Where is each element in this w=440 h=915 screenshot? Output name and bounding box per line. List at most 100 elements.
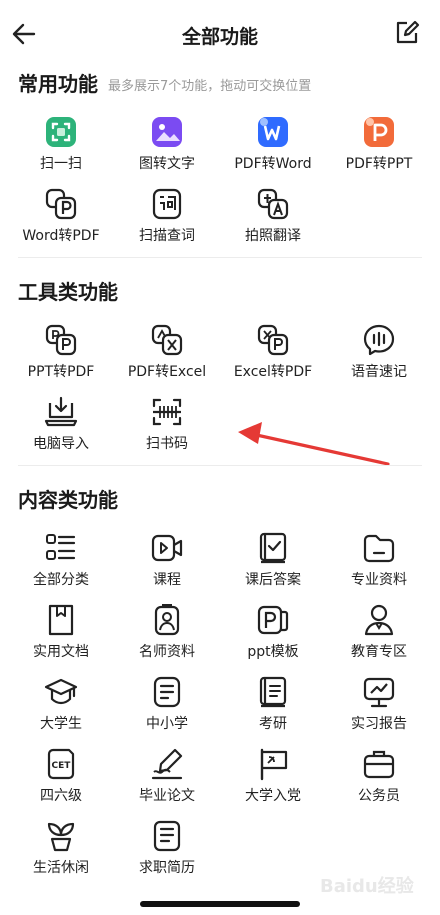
common-section-hint: 最多展示7个功能，拖动可交换位置: [108, 79, 312, 94]
word-to-pdf-icon: [45, 188, 77, 220]
school-icon: [153, 676, 181, 708]
func-scan-book-code[interactable]: 扫书码: [112, 395, 222, 461]
func-label: 课后答案: [245, 572, 301, 588]
func-scan-word[interactable]: 扫描查词: [112, 187, 222, 253]
func-homework-answers[interactable]: 课后答案: [218, 531, 328, 597]
postgrad-exam-icon: [259, 676, 287, 708]
func-label: ppt模板: [247, 644, 299, 660]
cet-text: CET: [52, 761, 72, 771]
func-postgrad-exam[interactable]: 考研: [218, 675, 328, 741]
func-label: 扫书码: [146, 436, 188, 452]
computer-import-icon: [44, 396, 78, 427]
photo-translate-icon: [257, 188, 289, 220]
resume-icon: [153, 820, 181, 852]
content-section-title: 内容类功能: [18, 488, 118, 512]
func-ppt-template[interactable]: ppt模板: [218, 603, 328, 669]
scan-book-code-icon: [152, 398, 182, 426]
func-label: PDF转PPT: [345, 156, 413, 172]
top-bar: 全部功能: [0, 0, 440, 70]
func-voice-note[interactable]: 语音速记: [324, 323, 434, 389]
func-label: PDF转Word: [234, 156, 312, 172]
func-photo-translate[interactable]: 拍照翻译: [218, 187, 328, 253]
func-scan[interactable]: 扫一扫: [6, 115, 116, 181]
party-flag-icon: [260, 748, 288, 781]
func-computer-import[interactable]: 电脑导入: [6, 395, 116, 461]
func-label: 实习报告: [351, 716, 407, 732]
func-all-categories[interactable]: 全部分类: [6, 531, 116, 597]
func-label: PDF转Excel: [127, 364, 207, 380]
internship-report-icon: [363, 677, 395, 708]
func-label: 名师资料: [139, 644, 195, 660]
func-label: 生活休闲: [33, 860, 89, 876]
common-section-title: 常用功能: [18, 72, 98, 96]
ppt-template-icon: [257, 605, 289, 635]
func-thesis[interactable]: 毕业论文: [112, 747, 222, 813]
func-pdf-to-ppt[interactable]: PDF转PPT: [324, 115, 434, 181]
func-label: 实用文档: [33, 644, 89, 660]
func-ppt-to-pdf[interactable]: PPT转PDF: [6, 323, 116, 389]
func-label: 毕业论文: [139, 788, 195, 804]
func-teacher-materials[interactable]: 名师资料: [112, 603, 222, 669]
func-label: 课程: [153, 572, 181, 588]
cet-icon: CET: [47, 748, 75, 780]
func-party-membership[interactable]: 大学入党: [218, 747, 328, 813]
func-resume[interactable]: 求职简历: [112, 819, 222, 885]
func-pdf-to-excel[interactable]: PDF转Excel: [112, 323, 222, 389]
func-leisure[interactable]: 生活休闲: [6, 819, 116, 885]
professional-docs-icon: [363, 534, 395, 563]
func-label: 求职简历: [139, 860, 195, 876]
func-college-student[interactable]: 大学生: [6, 675, 116, 741]
func-label: 拍照翻译: [245, 228, 301, 244]
func-label: 公务员: [358, 788, 400, 804]
tools-section-title: 工具类功能: [18, 280, 118, 304]
all-categories-icon: [46, 534, 76, 560]
func-internship-report[interactable]: 实习报告: [324, 675, 434, 741]
watermark: Baidu经验: [320, 876, 414, 897]
education-zone-icon: [364, 604, 394, 636]
scan-word-icon: [152, 188, 182, 220]
func-practical-docs[interactable]: 实用文档: [6, 603, 116, 669]
course-icon: [151, 534, 183, 562]
page-title: 全部功能: [181, 26, 258, 48]
func-word-to-pdf[interactable]: Word转PDF: [6, 187, 116, 253]
pdf-to-excel-icon: [151, 324, 183, 356]
func-course[interactable]: 课程: [112, 531, 222, 597]
red-pointer-arrow-icon: [238, 422, 390, 466]
func-label: 电脑导入: [33, 436, 89, 452]
func-professional-docs[interactable]: 专业资料: [324, 531, 434, 597]
practical-docs-icon: [48, 604, 74, 636]
func-cet[interactable]: CET 四六级: [6, 747, 116, 813]
civil-servant-icon: [363, 750, 395, 779]
func-label: 全部分类: [33, 572, 89, 588]
func-label: 专业资料: [351, 572, 407, 588]
excel-to-pdf-icon: [257, 324, 289, 356]
thesis-icon: [151, 748, 183, 780]
section-divider: [18, 257, 422, 258]
graduation-cap-icon: [44, 678, 78, 705]
home-indicator: [140, 901, 300, 907]
scan-icon: [46, 117, 76, 147]
func-image-to-text[interactable]: 图转文字: [112, 115, 222, 181]
func-label: 中小学: [146, 716, 188, 732]
func-civil-servant[interactable]: 公务员: [324, 747, 434, 813]
func-label: 图转文字: [139, 156, 195, 172]
func-label: Word转PDF: [22, 228, 100, 244]
edit-icon[interactable]: [394, 20, 420, 46]
func-excel-to-pdf[interactable]: Excel转PDF: [218, 323, 328, 389]
func-label: Excel转PDF: [233, 364, 313, 380]
func-label: 语音速记: [351, 364, 407, 380]
func-pdf-to-word[interactable]: PDF转Word: [218, 115, 328, 181]
func-label: 扫一扫: [40, 156, 82, 172]
func-label: 教育专区: [351, 644, 407, 660]
func-label: 大学入党: [245, 788, 301, 804]
image-to-text-icon: [152, 117, 182, 147]
func-label: PPT转PDF: [27, 364, 95, 380]
func-school[interactable]: 中小学: [112, 675, 222, 741]
pdf-to-ppt-icon: [364, 117, 394, 147]
func-label: 扫描查词: [139, 228, 195, 244]
teacher-materials-icon: [154, 604, 180, 636]
section-divider: [18, 465, 422, 466]
ppt-to-pdf-icon: [45, 324, 77, 356]
func-education-zone[interactable]: 教育专区: [324, 603, 434, 669]
homework-answers-icon: [259, 532, 287, 564]
